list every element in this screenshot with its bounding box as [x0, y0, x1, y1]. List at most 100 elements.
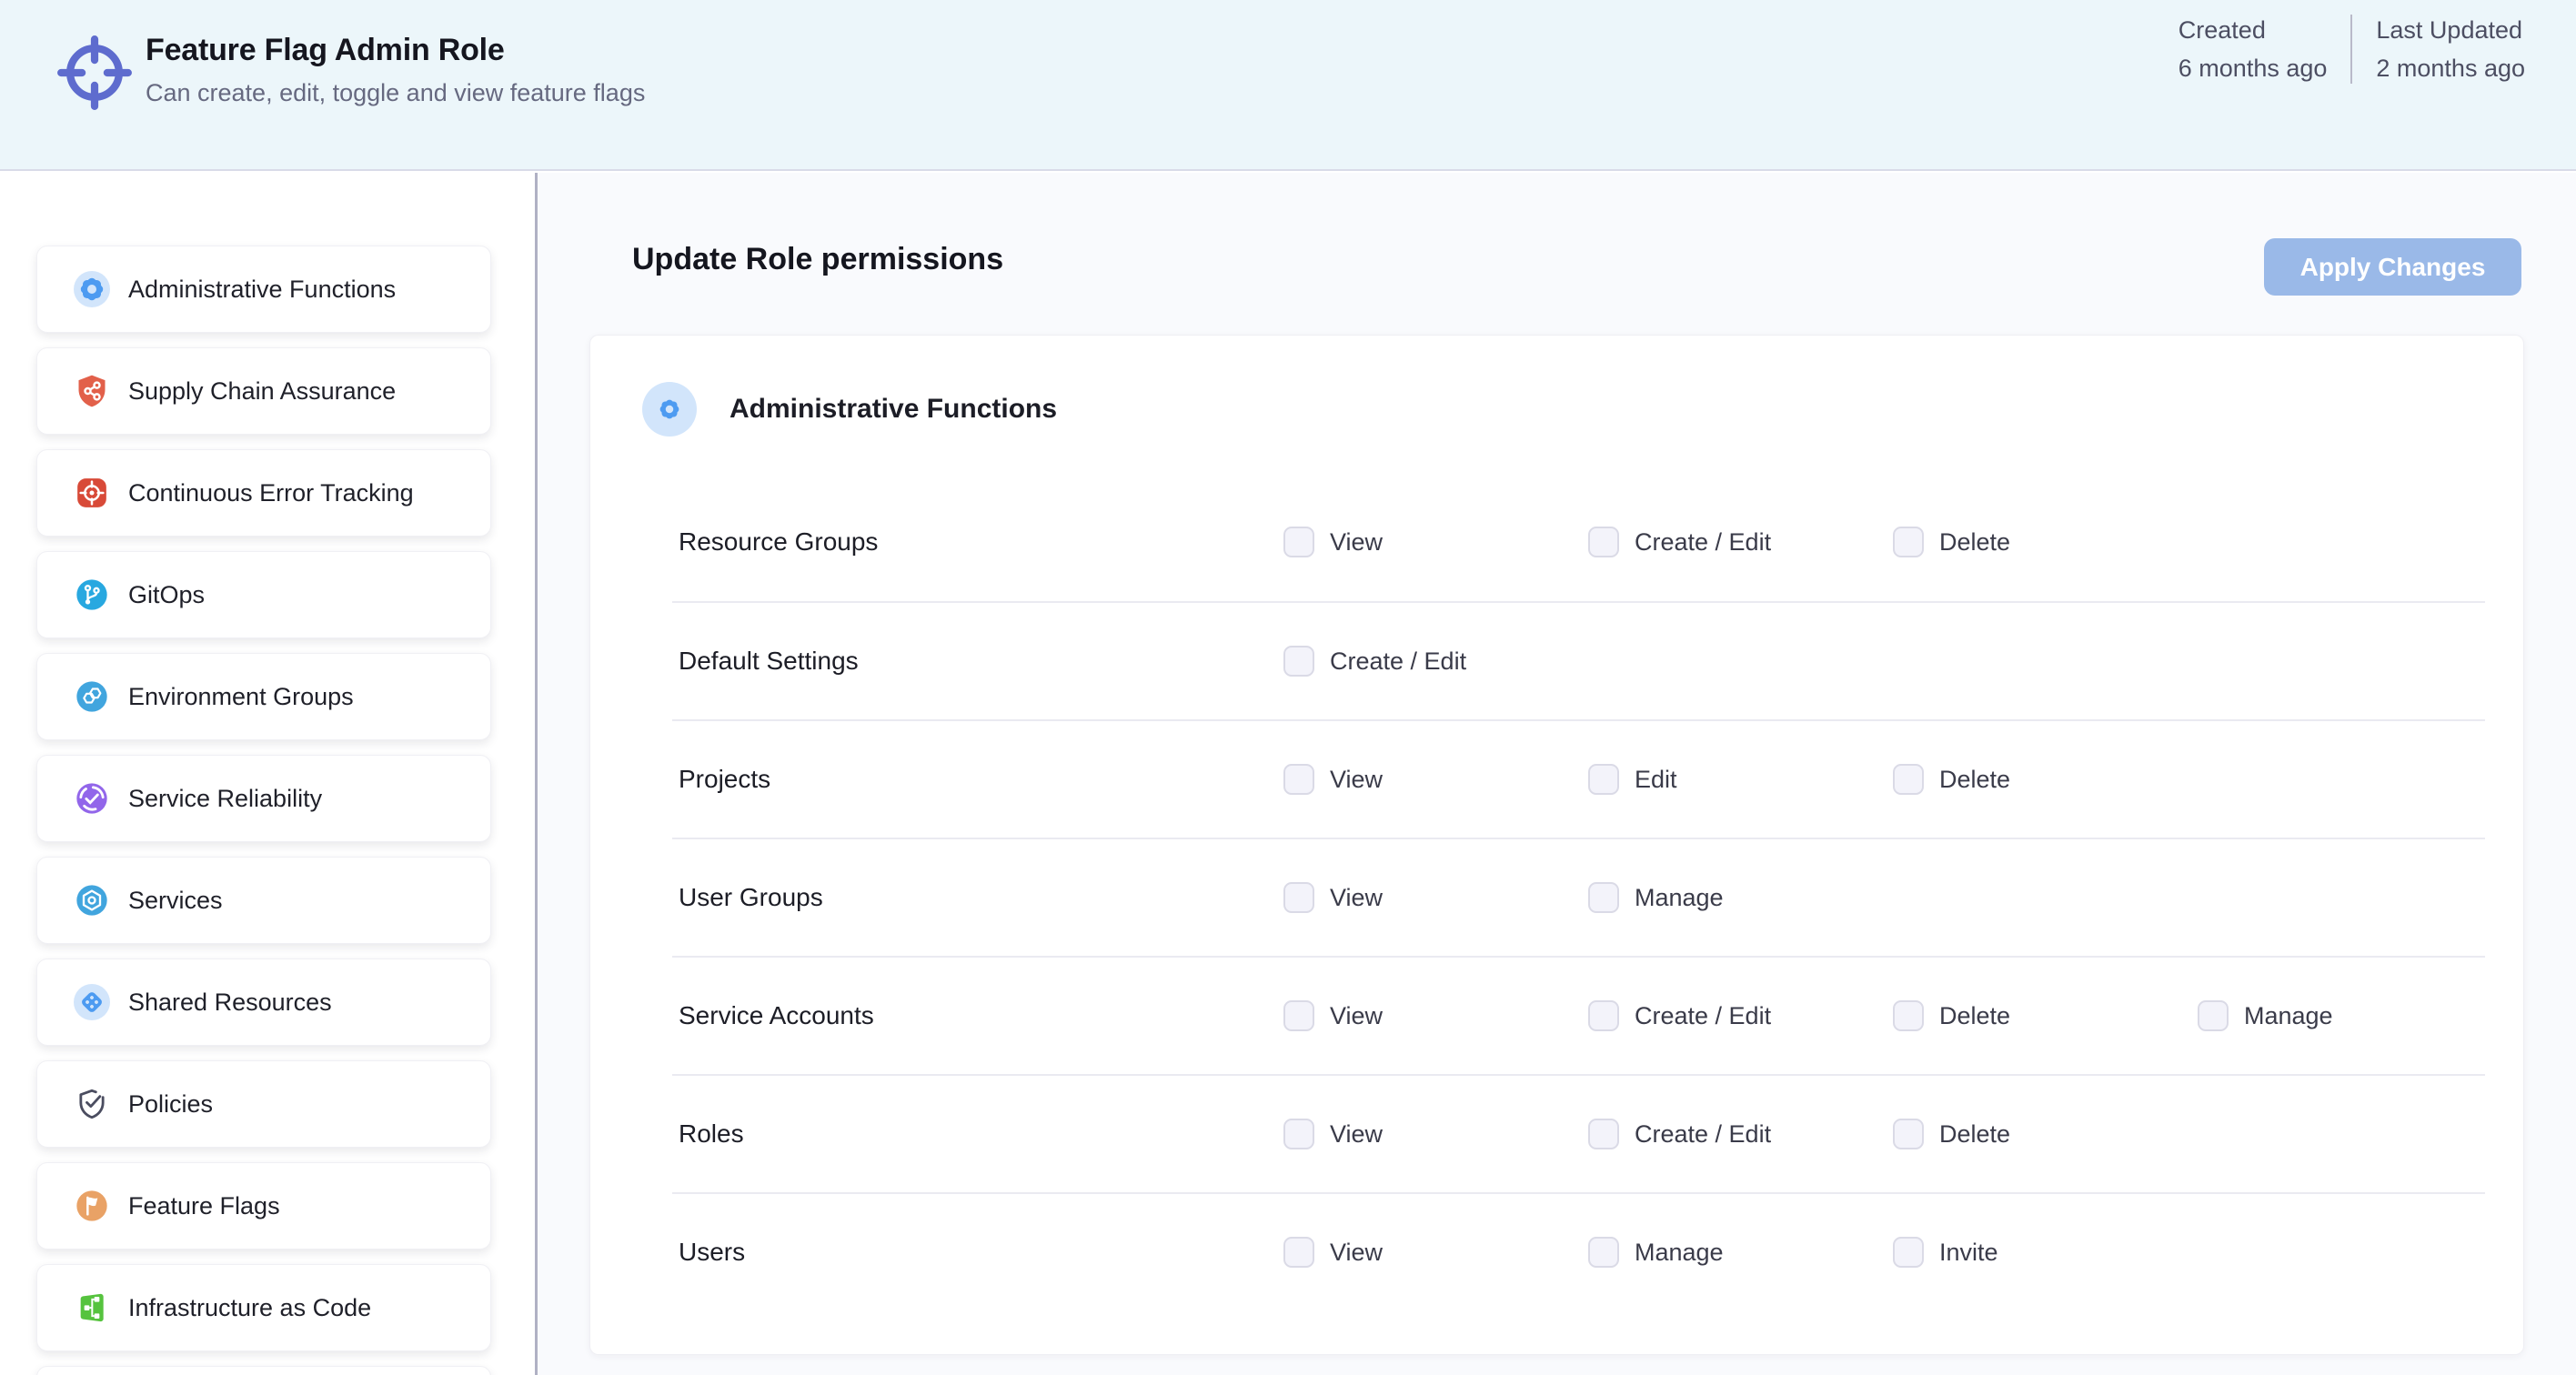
permission-option[interactable]: View	[1283, 527, 1588, 557]
checkbox[interactable]	[1283, 764, 1314, 795]
checkbox[interactable]	[1283, 527, 1314, 557]
checkbox[interactable]	[2198, 1000, 2229, 1031]
sidebar-item-label: Administrative Functions	[128, 276, 396, 304]
permission-label: Invite	[1939, 1239, 1998, 1267]
permission-option[interactable]: View	[1283, 1237, 1588, 1268]
permission-label: View	[1330, 528, 1383, 557]
sidebar-item-partial[interactable]	[36, 1366, 491, 1375]
checkbox[interactable]	[1893, 1000, 1924, 1031]
permission-option[interactable]: Invite	[1893, 1237, 2198, 1268]
sidebar-item-label: Services	[128, 887, 223, 915]
permission-option[interactable]: Delete	[1893, 527, 2198, 557]
checkbox[interactable]	[1588, 1237, 1619, 1268]
permission-option[interactable]: View	[1283, 882, 1588, 913]
gear-icon	[74, 271, 110, 307]
shield-network-icon	[74, 373, 110, 409]
permission-label: Manage	[1635, 1239, 1724, 1267]
sidebar-item-environment-groups[interactable]: Environment Groups	[36, 653, 491, 740]
resource-name: Resource Groups	[672, 527, 1283, 557]
permission-label: View	[1330, 766, 1383, 794]
role-meta: Created 6 months ago Last Updated 2 mont…	[2179, 11, 2525, 87]
permission-option[interactable]: Create / Edit	[1588, 1000, 1893, 1031]
last-updated-value: 2 months ago	[2376, 49, 2525, 87]
checkbox[interactable]	[1283, 882, 1314, 913]
checkbox[interactable]	[1893, 527, 1924, 557]
resource-name: Projects	[672, 765, 1283, 794]
role-header: Feature Flag Admin Role Can create, edit…	[0, 0, 2576, 171]
permission-option[interactable]: Delete	[1893, 1000, 2198, 1031]
checkbox[interactable]	[1283, 646, 1314, 677]
permission-option[interactable]: View	[1283, 1119, 1588, 1149]
page-title: Feature Flag Admin Role	[146, 33, 645, 68]
permission-option[interactable]: Delete	[1893, 1119, 2198, 1149]
sidebar-item-policies[interactable]: Policies	[36, 1060, 491, 1148]
permission-row: Projects View Edit Delete	[672, 719, 2485, 838]
checkbox[interactable]	[1893, 1237, 1924, 1268]
permissions-panel: Administrative Functions Resource Groups…	[589, 335, 2524, 1355]
permission-label: Create / Edit	[1330, 647, 1466, 676]
permission-label: Manage	[1635, 884, 1724, 912]
permission-option[interactable]: View	[1283, 764, 1588, 795]
sidebar-item-services[interactable]: Services	[36, 857, 491, 944]
sidebar-item-supply-chain-assurance[interactable]: Supply Chain Assurance	[36, 347, 491, 435]
sidebar-item-label: Supply Chain Assurance	[128, 377, 396, 406]
permission-row: User GroupsViewManage	[672, 838, 2485, 956]
checkbox[interactable]	[1588, 1119, 1619, 1149]
permission-label: Delete	[1939, 1120, 2010, 1149]
sidebar-item-shared-resources[interactable]: Shared Resources	[36, 958, 491, 1046]
gear-icon	[642, 382, 697, 437]
checkbox[interactable]	[1893, 1119, 1924, 1149]
permission-rows: Resource GroupsViewCreate / EditDeleteDe…	[590, 483, 2523, 1310]
last-updated-block: Last Updated 2 months ago	[2376, 11, 2525, 87]
sidebar-list: Administrative Functions Supply Chain Ass…	[0, 173, 535, 1375]
hexagon-nut-icon	[74, 882, 110, 918]
section-heading: Update Role permissions	[632, 242, 1003, 277]
checkbox[interactable]	[1588, 1000, 1619, 1031]
checkbox[interactable]	[1588, 882, 1619, 913]
permission-label: View	[1330, 1002, 1383, 1030]
shared-cube-icon	[74, 984, 110, 1020]
permission-row: UsersView Manage Invite	[672, 1192, 2485, 1310]
permission-option[interactable]: View	[1283, 1000, 1588, 1031]
resource-name: Users	[672, 1238, 1283, 1267]
checkbox[interactable]	[1588, 764, 1619, 795]
meta-divider	[2350, 15, 2352, 84]
checkbox[interactable]	[1283, 1237, 1314, 1268]
checkbox[interactable]	[1893, 764, 1924, 795]
checkbox[interactable]	[1283, 1000, 1314, 1031]
permission-option[interactable]: Create / Edit	[1588, 527, 1893, 557]
permissions-panel-header: Administrative Functions	[590, 336, 2523, 483]
sidebar-item-label: Policies	[128, 1090, 213, 1119]
permission-option[interactable]: Delete	[1893, 764, 2198, 795]
sidebar-item-service-reliability[interactable]: Service Reliability	[36, 755, 491, 842]
permission-option[interactable]: Manage	[1588, 882, 1893, 913]
permission-option[interactable]: Manage	[1588, 1237, 1893, 1268]
created-value: 6 months ago	[2179, 49, 2328, 87]
permission-label: Delete	[1939, 1002, 2010, 1030]
permission-label: Edit	[1635, 766, 1677, 794]
permission-option[interactable]: Manage	[2198, 1000, 2502, 1031]
permission-option[interactable]: Create / Edit	[1588, 1119, 1893, 1149]
sidebar-item-feature-flags[interactable]: Feature Flags	[36, 1162, 491, 1250]
permission-label: Create / Edit	[1635, 1002, 1771, 1030]
last-updated-label: Last Updated	[2376, 11, 2525, 49]
main-content: Update Role permissions Apply Changes Ad…	[538, 173, 2576, 1375]
checkbox[interactable]	[1283, 1119, 1314, 1149]
sidebar-item-label: Feature Flags	[128, 1192, 280, 1220]
sidebar-item-label: Environment Groups	[128, 683, 354, 711]
sidebar-item-gitops[interactable]: GitOps	[36, 551, 491, 638]
modules-sidebar: Administrative Functions Supply Chain Ass…	[0, 173, 535, 1375]
reliability-check-icon	[74, 780, 110, 817]
resource-name: Roles	[672, 1119, 1283, 1149]
sidebar-item-continuous-error-tracking[interactable]: Continuous Error Tracking	[36, 449, 491, 537]
permission-row: Resource Groups View Create / EditDelete	[672, 483, 2485, 601]
sidebar-item-administrative-functions[interactable]: Administrative Functions	[36, 246, 491, 333]
shield-check-icon	[74, 1086, 110, 1122]
checkbox[interactable]	[1588, 527, 1619, 557]
permission-option[interactable]: Create / Edit	[1283, 646, 1588, 677]
sidebar-item-infrastructure-as-code[interactable]: Infrastructure as Code	[36, 1264, 491, 1351]
permission-option[interactable]: Edit	[1588, 764, 1893, 795]
role-description: Can create, edit, toggle and view featur…	[146, 79, 645, 107]
apply-changes-button[interactable]: Apply Changes	[2264, 238, 2521, 296]
permissions-group-title: Administrative Functions	[730, 394, 1057, 425]
